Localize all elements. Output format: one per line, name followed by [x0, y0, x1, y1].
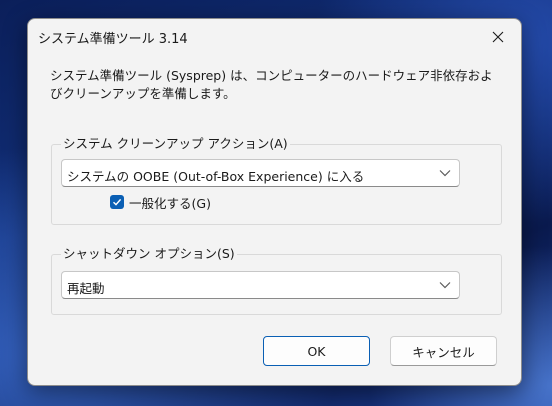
generalize-label: 一般化する(G) — [129, 195, 211, 211]
ok-button[interactable]: OK — [263, 336, 370, 366]
close-icon — [492, 31, 504, 43]
cleanup-action-value: システムの OOBE (Out-of-Box Experience) に入る — [67, 169, 365, 184]
description-text: システム準備ツール (Sysprep) は、コンピューターのハードウェア非依存お… — [50, 68, 493, 101]
cleanup-action-label: システム クリーンアップ アクション(A) — [61, 136, 290, 152]
chevron-down-icon — [439, 170, 451, 177]
window-title: システム準備ツール 3.14 — [38, 32, 188, 47]
close-button[interactable] — [475, 19, 521, 55]
title-bar[interactable]: システム準備ツール 3.14 — [28, 19, 521, 55]
checkmark-icon — [113, 198, 122, 206]
chevron-down-icon — [439, 282, 451, 289]
cleanup-action-group: システム クリーンアップ アクション(A) システムの OOBE (Out-of… — [51, 136, 502, 225]
sysprep-dialog: システム準備ツール 3.14 システム準備ツール (Sysprep) は、コンピ… — [27, 18, 522, 386]
cleanup-action-select[interactable]: システムの OOBE (Out-of-Box Experience) に入る — [61, 159, 460, 187]
generalize-checkbox-row[interactable]: 一般化する(G) — [110, 193, 211, 211]
shutdown-option-value: 再起動 — [67, 281, 105, 296]
shutdown-option-select[interactable]: 再起動 — [61, 271, 460, 299]
shutdown-option-group: シャットダウン オプション(S) 再起動 — [51, 246, 502, 315]
shutdown-option-label: シャットダウン オプション(S) — [61, 246, 237, 262]
generalize-checkbox[interactable] — [110, 195, 124, 209]
cancel-button[interactable]: キャンセル — [390, 336, 497, 366]
